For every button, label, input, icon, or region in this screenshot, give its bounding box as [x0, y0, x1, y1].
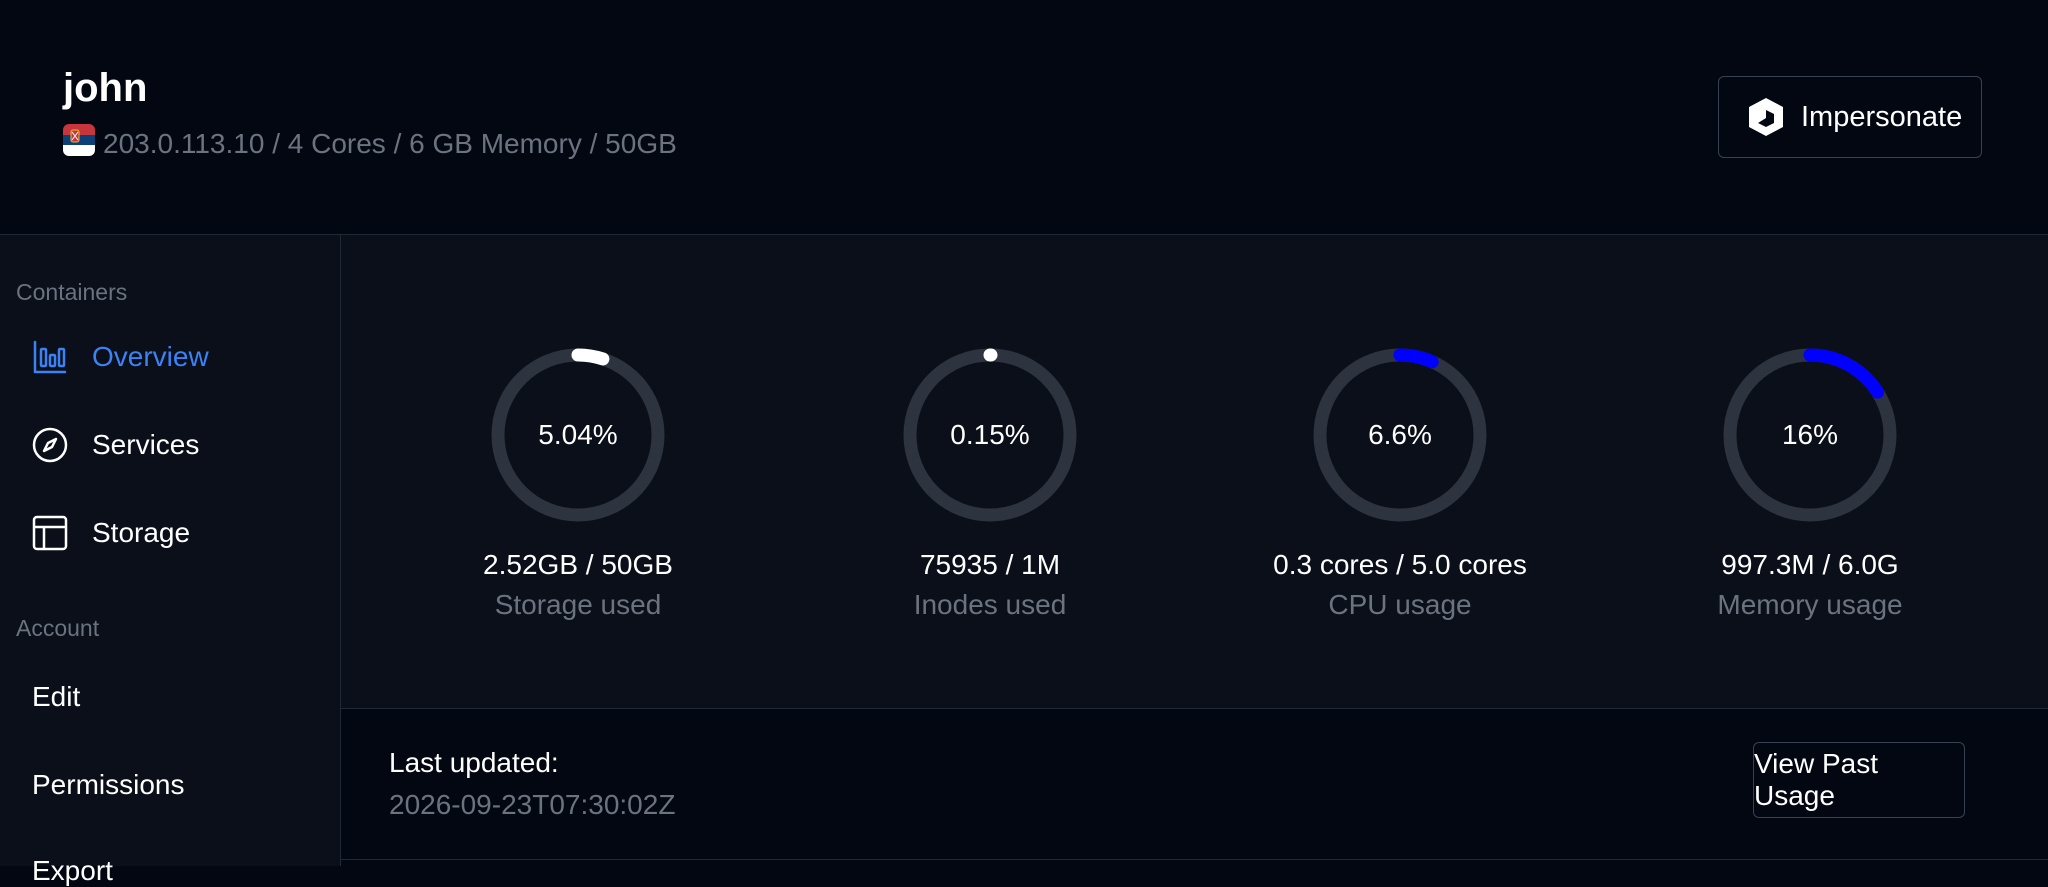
inodes-percent: 0.15% [950, 419, 1030, 450]
sidebar-item-edit[interactable]: Edit [32, 681, 80, 713]
bar-chart-icon [32, 339, 68, 375]
page-title: john [63, 66, 148, 110]
sidebar-item-overview[interactable]: Overview [32, 339, 209, 375]
inodes-ring: 0.15% [900, 345, 1080, 525]
page-header: john 203.0.113.10 / 4 Cores / 6 GB Memor… [0, 0, 2048, 235]
inodes-caption: Inodes used [913, 589, 1067, 620]
last-updated-panel: Last updated: 2026-09-23T07:30:02Z View … [341, 709, 2048, 860]
usage-overview: 5.04% 2.52GB / 50GB Storage used 0.15% 7… [341, 235, 2048, 709]
inodes-value: 75935 / 1M [919, 549, 1061, 580]
sidebar-item-label: Storage [92, 517, 191, 548]
sidebar-item-storage[interactable]: Storage [32, 515, 190, 551]
sidebar-section-containers: Containers [16, 279, 128, 305]
view-past-usage-button[interactable]: View Past Usage [1753, 742, 1965, 818]
compass-icon [32, 427, 68, 463]
storage-caption: Storage used [494, 589, 662, 620]
sidebar: Containers Overview Services Storage Acc… [0, 235, 341, 886]
memory-value: 997.3M / 6.0G [1721, 549, 1899, 580]
memory-caption: Memory usage [1717, 589, 1903, 620]
memory-ring: 16% [1720, 345, 1900, 525]
serbia-flag-icon [63, 124, 95, 156]
table-icon [32, 515, 68, 551]
storage-value: 2.52GB / 50GB [483, 549, 673, 580]
storage-percent: 5.04% [538, 419, 618, 450]
storage-ring: 5.04% [488, 345, 668, 525]
cpu-value: 0.3 cores / 5.0 cores [1273, 549, 1527, 580]
cpu-percent: 6.6% [1368, 419, 1432, 450]
sidebar-item-permissions[interactable]: Permissions [32, 769, 184, 801]
sidebar-section-account: Account [16, 615, 100, 641]
sidebar-item-services[interactable]: Services [32, 427, 199, 463]
cube-icon [1745, 96, 1787, 138]
last-updated-timestamp: 2026-09-23T07:30:02Z [389, 789, 676, 820]
sidebar-item-label: Export [32, 855, 113, 886]
sidebar-item-label: Edit [32, 681, 81, 712]
cpu-caption: CPU usage [1328, 589, 1472, 620]
impersonate-label: Impersonate [1801, 100, 1963, 133]
memory-percent: 16% [1781, 419, 1839, 450]
sidebar-item-export[interactable]: Export [32, 855, 113, 887]
impersonate-button[interactable]: Impersonate [1718, 76, 1982, 158]
server-summary: 203.0.113.10 / 4 Cores / 6 GB Memory / 5… [63, 124, 677, 160]
server-info: 203.0.113.10 / 4 Cores / 6 GB Memory / 5… [103, 128, 677, 159]
sidebar-item-label: Permissions [32, 769, 185, 800]
sidebar-item-label: Services [92, 429, 200, 460]
last-updated-label: Last updated: [389, 747, 559, 778]
cpu-ring: 6.6% [1310, 345, 1490, 525]
sidebar-item-label: Overview [92, 341, 209, 372]
